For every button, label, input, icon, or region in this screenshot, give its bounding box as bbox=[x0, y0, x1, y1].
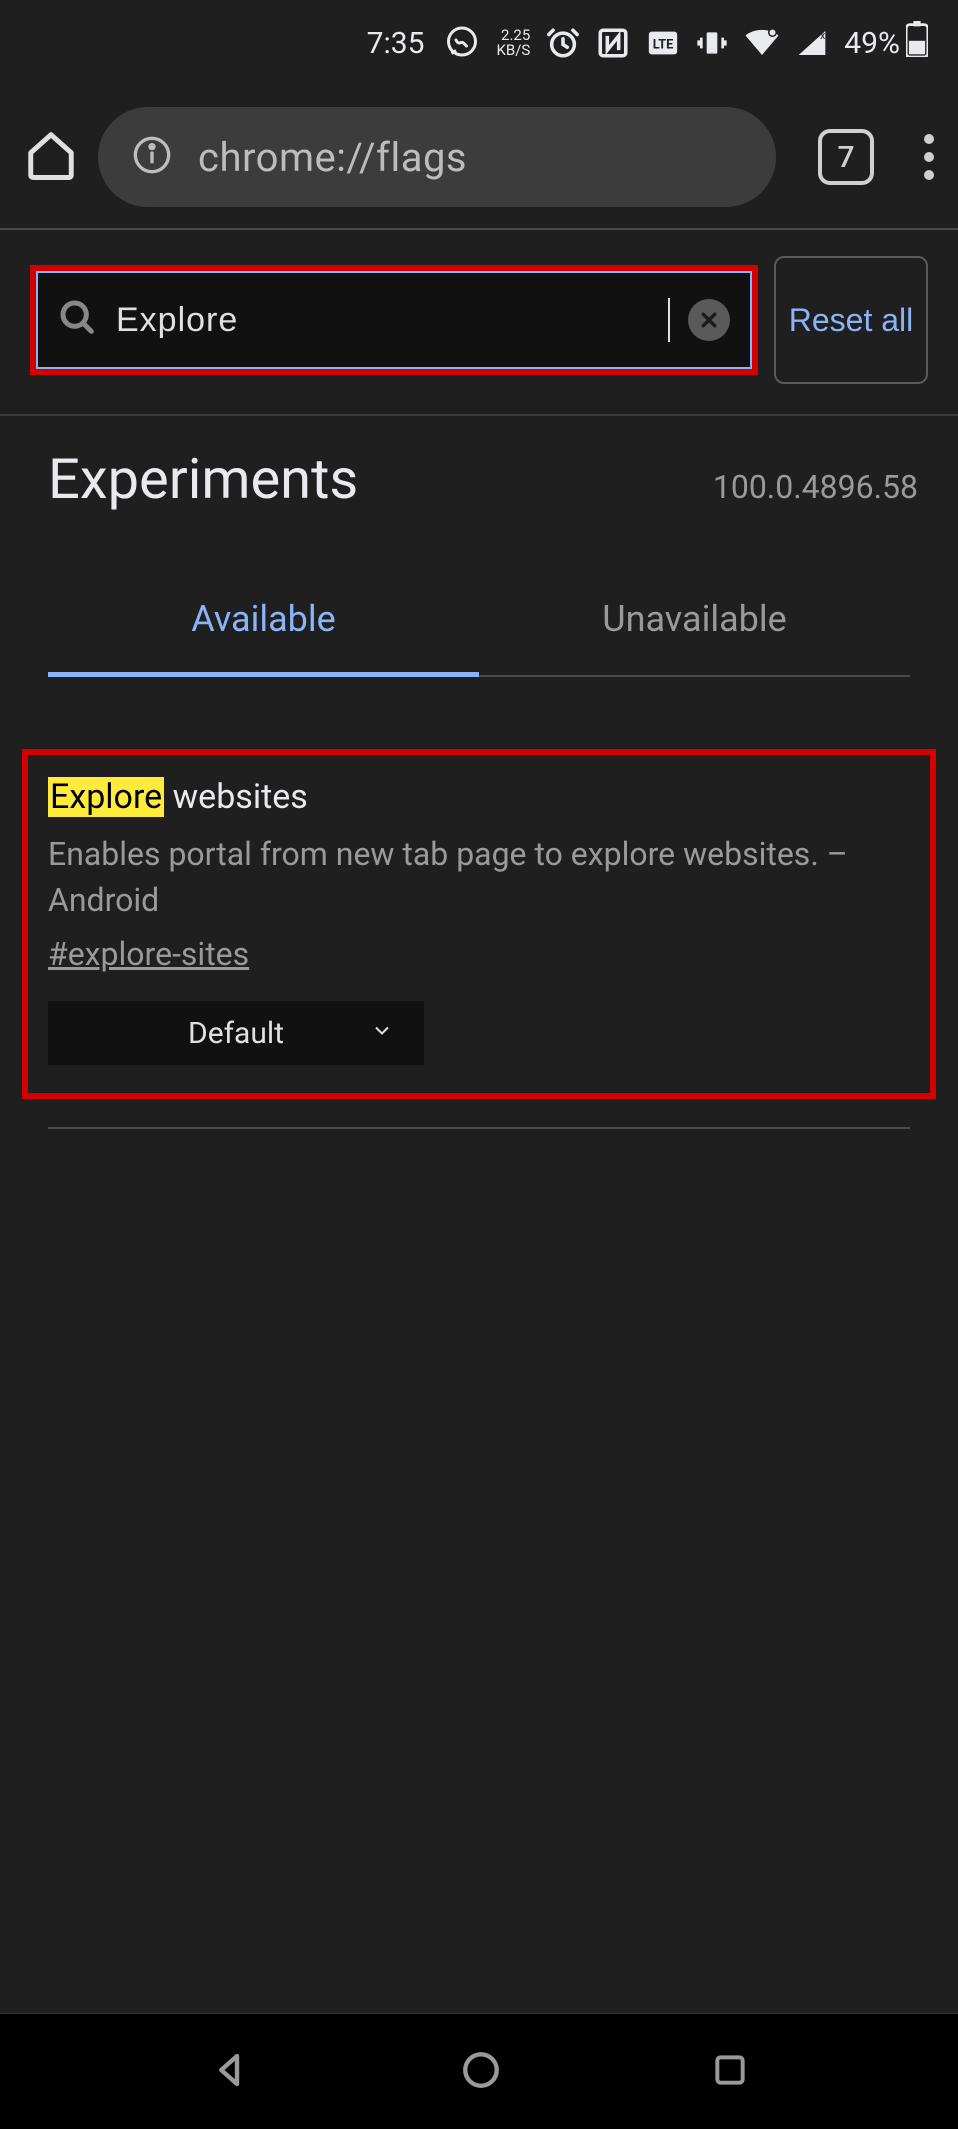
status-time: 7:35 bbox=[367, 26, 425, 61]
nav-back-icon[interactable] bbox=[209, 2049, 251, 2095]
network-speed-indicator: 2.25 KB/S bbox=[496, 28, 530, 58]
search-highlight: Explore bbox=[48, 777, 164, 817]
overflow-menu-icon[interactable] bbox=[924, 134, 934, 180]
tab-unavailable[interactable]: Unavailable bbox=[479, 598, 910, 677]
nav-recents-icon[interactable] bbox=[711, 2051, 749, 2093]
android-nav-bar bbox=[0, 2013, 958, 2129]
volte-icon: LTE bbox=[646, 26, 680, 60]
battery-icon bbox=[906, 21, 928, 65]
clear-search-icon[interactable] bbox=[688, 299, 730, 341]
flag-state-dropdown[interactable]: Default bbox=[48, 1001, 424, 1065]
flag-description: Enables portal from new tab page to expl… bbox=[48, 831, 910, 923]
page-title: Experiments bbox=[48, 446, 358, 512]
text-caret bbox=[668, 298, 670, 342]
vibrate-icon bbox=[696, 27, 728, 59]
url-text: chrome://flags bbox=[198, 134, 467, 181]
whatsapp-icon bbox=[444, 25, 480, 61]
version-label: 100.0.4896.58 bbox=[713, 468, 918, 506]
address-bar[interactable]: chrome://flags bbox=[98, 107, 776, 207]
search-highlight-box bbox=[30, 265, 758, 375]
reset-all-button[interactable]: Reset all bbox=[774, 256, 928, 384]
nav-home-icon[interactable] bbox=[460, 2049, 502, 2095]
android-status-bar: 7:35 2.25 KB/S LTE x 49% bbox=[0, 0, 958, 86]
wifi-icon bbox=[744, 28, 780, 58]
svg-text:x: x bbox=[820, 29, 826, 42]
svg-text:LTE: LTE bbox=[653, 38, 674, 53]
flags-search-field[interactable] bbox=[36, 271, 752, 369]
tab-switcher-button[interactable]: 7 bbox=[818, 129, 874, 185]
tab-available[interactable]: Available bbox=[48, 598, 479, 677]
flag-title: Explore websites bbox=[48, 777, 910, 817]
browser-toolbar: chrome://flags 7 bbox=[0, 86, 958, 228]
search-icon bbox=[58, 298, 98, 342]
search-input[interactable] bbox=[116, 301, 664, 340]
flag-result-card: Explore websites Enables portal from new… bbox=[22, 749, 936, 1099]
chevron-down-icon bbox=[370, 1016, 394, 1051]
dropdown-value: Default bbox=[188, 1016, 284, 1051]
battery-percentage: 49% bbox=[844, 26, 900, 61]
home-icon[interactable] bbox=[24, 128, 78, 186]
signal-icon: x bbox=[796, 28, 828, 58]
divider bbox=[48, 1127, 910, 1129]
alarm-icon bbox=[546, 26, 580, 60]
info-icon bbox=[132, 135, 172, 179]
nfc-icon bbox=[596, 26, 630, 60]
flag-hash-link[interactable]: #explore-sites bbox=[48, 935, 249, 973]
